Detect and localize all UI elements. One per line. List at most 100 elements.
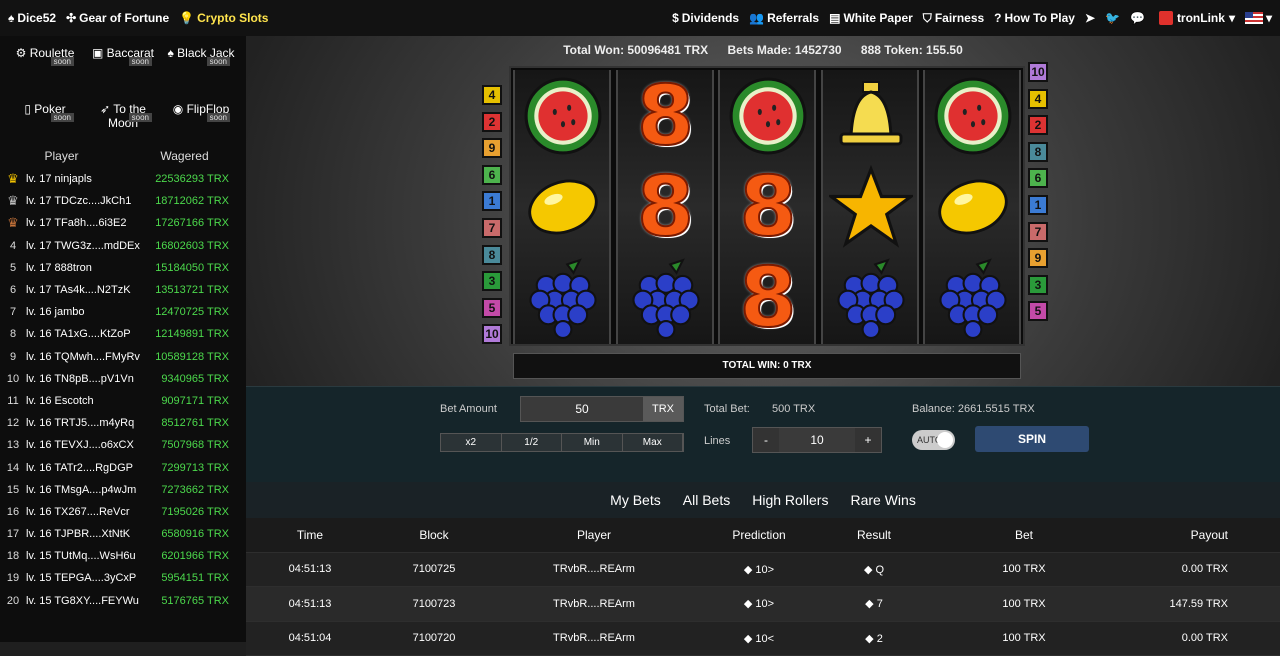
reels: 8888 [509, 66, 1025, 346]
fairness-link[interactable]: ⛉Fairness [923, 11, 984, 26]
payline-marker: 5 [1028, 301, 1048, 321]
question-icon: ? [994, 11, 1001, 25]
language-dropdown[interactable]: ▾ [1245, 11, 1272, 25]
leaderboard-row[interactable]: 17lv. 16 TJPBR....XtNtK6580916 TRX [0, 523, 246, 545]
payline-marker: 3 [482, 271, 502, 291]
gear-of-fortune-link[interactable]: ✣Gear of Fortune [66, 11, 169, 25]
column-header: Payout [1124, 528, 1280, 542]
currency-label: TRX [643, 397, 683, 421]
leaderboard-row[interactable]: ♛lv. 17 ninjapls22536293 TRX [0, 168, 246, 190]
lines-value[interactable]: 10 [779, 428, 855, 452]
player-name: lv. 16 TEVXJ....o6xCX [26, 439, 146, 451]
shield-icon: ⛉ [923, 11, 932, 26]
lines-minus-button[interactable]: - [753, 428, 779, 452]
tab-all-bets[interactable]: All Bets [683, 492, 730, 508]
lemon-icon [929, 163, 1017, 251]
tab-my-bets[interactable]: My Bets [610, 492, 661, 508]
table-cell: 7100725 [374, 563, 494, 575]
player-name: lv. 16 TN8pB....pV1Vn [26, 373, 146, 385]
leaderboard-row[interactable]: 20lv. 15 TG8XY....FEYWu5176765 TRX [0, 590, 246, 612]
map-icon: ▤ [829, 11, 840, 25]
wagered-amount: 6580916 TRX [146, 528, 246, 540]
game-to-the-moon[interactable]: ➶ To the Moonsoon [84, 102, 162, 126]
auto-toggle[interactable]: AUTO [912, 430, 955, 450]
leaderboard-row[interactable]: 7lv. 16 jambo12470725 TRX [0, 301, 246, 323]
wagered-amount: 22536293 TRX [146, 173, 246, 185]
leaderboard-row[interactable]: 18lv. 15 TUtMq....WsH6u6201966 TRX [0, 545, 246, 567]
player-name: lv. 17 TWG3z....mdDEx [26, 240, 146, 252]
total-win-display: TOTAL WIN: 0 TRX [513, 353, 1021, 379]
player-name: lv. 16 Escotch [26, 395, 146, 407]
tronlink-icon [1159, 11, 1173, 25]
spin-button[interactable]: SPIN [975, 426, 1089, 452]
leaderboard-row[interactable]: 12lv. 16 TRTJ5....m4yRq8512761 TRX [0, 412, 246, 434]
bet-amount-input[interactable]: 50 TRX [520, 396, 684, 422]
leaderboard-row[interactable]: 8lv. 16 TA1xG....KtZoP12149891 TRX [0, 323, 246, 345]
game-icon: ➶ [100, 102, 113, 116]
game-poker[interactable]: ▯ Pokersoon [6, 102, 84, 126]
leaderboard-row[interactable]: 5lv. 17 888tron15184050 TRX [0, 257, 246, 279]
rank: 16 [0, 506, 26, 518]
caret-down-icon: ▾ [1266, 11, 1272, 25]
total-won: Total Won: 50096481 TRX [563, 43, 708, 57]
game-baccarat[interactable]: ▣ Baccaratsoon [84, 46, 162, 70]
twitter-icon[interactable]: 🐦 [1105, 11, 1120, 25]
game-black-jack[interactable]: ♠ Black Jacksoon [162, 46, 240, 70]
wagered-amount: 18712062 TRX [146, 195, 246, 207]
leaderboard-row[interactable]: 10lv. 16 TN8pB....pV1Vn9340965 TRX [0, 368, 246, 390]
tab-rare-wins[interactable]: Rare Wins [850, 492, 915, 508]
quick-bet-1[interactable]: 1/2 [502, 434, 563, 451]
white-paper-link[interactable]: ▤White Paper [829, 11, 913, 25]
payline-marker: 9 [482, 138, 502, 158]
bets-made: Bets Made: 1452730 [728, 43, 842, 57]
rank: ♛ [0, 193, 26, 209]
leaderboard-row[interactable]: 6lv. 17 TAs4k....N2TzK13513721 TRX [0, 279, 246, 301]
paylines-left: 42961783510 [482, 85, 504, 351]
quick-bet-3[interactable]: Max [623, 434, 684, 451]
game-flipflop[interactable]: ◉ FlipFlopsoon [162, 102, 240, 126]
table-row[interactable]: 04:51:137100723TRvbR....REArm◆ 10>◆ 7100… [246, 587, 1280, 622]
lines-plus-button[interactable]: + [855, 428, 881, 452]
player-name: lv. 17 TAs4k....N2TzK [26, 284, 146, 296]
leaderboard-row[interactable]: 16lv. 16 TX267....ReVcr7195026 TRX [0, 501, 246, 523]
reel-2: 88 [616, 70, 714, 344]
how-to-play-link[interactable]: ?How To Play [994, 11, 1075, 25]
game-roulette[interactable]: ⚙ Roulettesoon [6, 46, 84, 70]
logo-link[interactable]: ♠Dice52 [8, 11, 56, 25]
tab-high-rollers[interactable]: High Rollers [752, 492, 828, 508]
soon-badge: soon [51, 113, 74, 122]
rank: 11 [0, 395, 26, 407]
wagered-amount: 7273662 TRX [146, 484, 246, 496]
telegram-icon[interactable]: ➤ [1085, 11, 1095, 25]
quick-bet-0[interactable]: x2 [441, 434, 502, 451]
leaderboard-row[interactable]: 14lv. 16 TATr2....RgDGP7299713 TRX [0, 456, 246, 478]
leaderboard-row[interactable]: ♛lv. 17 TDCzc....JkCh118712062 TRX [0, 190, 246, 212]
leaderboard-row[interactable]: 4lv. 17 TWG3z....mdDEx16802603 TRX [0, 235, 246, 257]
lemon-icon [519, 163, 607, 251]
bulb-icon: 💡 [179, 11, 194, 25]
leaderboard-row[interactable]: 19lv. 15 TEPGA....3yCxP5954151 TRX [0, 567, 246, 589]
wallet-dropdown[interactable]: tronLink▾ [1159, 11, 1235, 25]
quick-bet-2[interactable]: Min [562, 434, 623, 451]
wagered-amount: 7299713 TRX [146, 462, 246, 474]
player-name: lv. 17 888tron [26, 262, 146, 274]
leaderboard-row[interactable]: 15lv. 16 TMsgA....p4wJm7273662 TRX [0, 479, 246, 501]
bet-panel: Bet Amount 50 TRX x21/2MinMax Total Bet:… [246, 386, 1280, 482]
table-row[interactable]: 04:51:137100725TRvbR....REArm◆ 10>◆ Q100… [246, 553, 1280, 588]
leaderboard-row[interactable]: 13lv. 16 TEVXJ....o6xCX7507968 TRX [0, 434, 246, 456]
table-cell: ◆ 2 [824, 632, 924, 645]
dividends-link[interactable]: $Dividends [672, 11, 739, 25]
grapes-icon [519, 254, 607, 342]
leaderboard-row[interactable]: ♛lv. 17 TFa8h....6i3E217267166 TRX [0, 212, 246, 234]
crypto-slots-link[interactable]: 💡Crypto Slots [179, 11, 268, 25]
us-flag-icon [1245, 12, 1263, 24]
referrals-link[interactable]: 👥Referrals [749, 11, 819, 25]
wagered-amount: 10589128 TRX [146, 351, 246, 363]
quick-bet-buttons: x21/2MinMax [440, 433, 684, 452]
table-row[interactable]: 04:51:047100720TRvbR....REArm◆ 10<◆ 2100… [246, 622, 1280, 656]
leaderboard-row[interactable]: 9lv. 16 TQMwh....FMyRv10589128 TRX [0, 346, 246, 368]
rank: 18 [0, 550, 26, 562]
wechat-icon[interactable]: 💬 [1130, 11, 1145, 25]
table-cell: TRvbR....REArm [494, 598, 694, 610]
leaderboard-row[interactable]: 11lv. 16 Escotch9097171 TRX [0, 390, 246, 412]
